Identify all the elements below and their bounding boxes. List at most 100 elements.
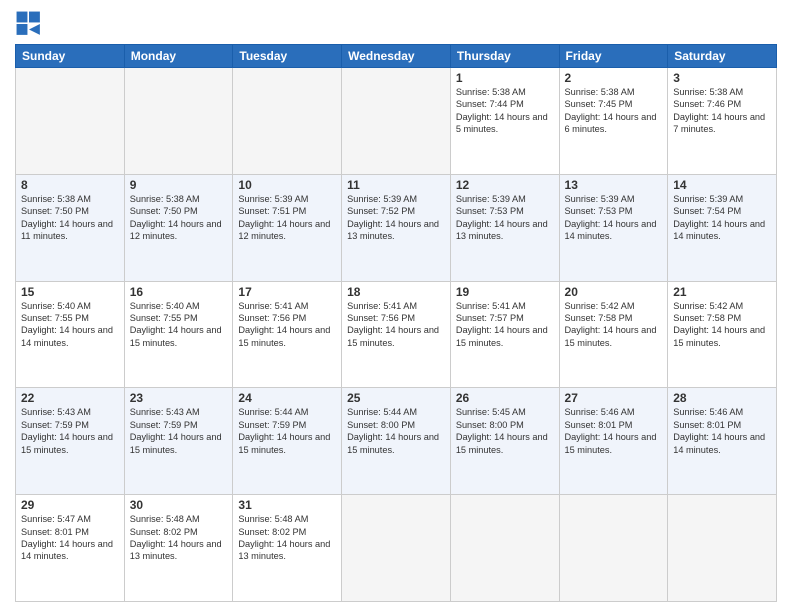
calendar-cell (450, 495, 559, 602)
day-info: Sunrise: 5:38 AMSunset: 7:46 PMDaylight:… (673, 86, 771, 136)
calendar-cell: 27 Sunrise: 5:46 AMSunset: 8:01 PMDaylig… (559, 388, 668, 495)
calendar-cell: 24 Sunrise: 5:44 AMSunset: 7:59 PMDaylig… (233, 388, 342, 495)
calendar-cell: 2 Sunrise: 5:38 AMSunset: 7:45 PMDayligh… (559, 68, 668, 175)
logo-icon (15, 10, 43, 38)
day-number: 18 (347, 285, 445, 299)
header-cell-friday: Friday (559, 45, 668, 68)
day-number: 31 (238, 498, 336, 512)
day-info: Sunrise: 5:48 AMSunset: 8:02 PMDaylight:… (130, 513, 228, 563)
day-number: 16 (130, 285, 228, 299)
calendar-cell (559, 495, 668, 602)
calendar-cell: 11 Sunrise: 5:39 AMSunset: 7:52 PMDaylig… (342, 174, 451, 281)
calendar-cell (233, 68, 342, 175)
calendar-cell: 21 Sunrise: 5:42 AMSunset: 7:58 PMDaylig… (668, 281, 777, 388)
day-info: Sunrise: 5:46 AMSunset: 8:01 PMDaylight:… (673, 406, 771, 456)
calendar-cell: 18 Sunrise: 5:41 AMSunset: 7:56 PMDaylig… (342, 281, 451, 388)
day-info: Sunrise: 5:47 AMSunset: 8:01 PMDaylight:… (21, 513, 119, 563)
calendar-cell: 17 Sunrise: 5:41 AMSunset: 7:56 PMDaylig… (233, 281, 342, 388)
day-number: 22 (21, 391, 119, 405)
calendar-cell (342, 68, 451, 175)
calendar-cell: 12 Sunrise: 5:39 AMSunset: 7:53 PMDaylig… (450, 174, 559, 281)
day-number: 1 (456, 71, 554, 85)
day-number: 9 (130, 178, 228, 192)
calendar-cell (342, 495, 451, 602)
logo (15, 10, 47, 38)
header-cell-wednesday: Wednesday (342, 45, 451, 68)
calendar-cell: 29 Sunrise: 5:47 AMSunset: 8:01 PMDaylig… (16, 495, 125, 602)
day-info: Sunrise: 5:38 AMSunset: 7:45 PMDaylight:… (565, 86, 663, 136)
day-number: 3 (673, 71, 771, 85)
day-info: Sunrise: 5:41 AMSunset: 7:57 PMDaylight:… (456, 300, 554, 350)
week-row-3: 15 Sunrise: 5:40 AMSunset: 7:55 PMDaylig… (16, 281, 777, 388)
calendar-body: 1 Sunrise: 5:38 AMSunset: 7:44 PMDayligh… (16, 68, 777, 602)
day-number: 13 (565, 178, 663, 192)
day-info: Sunrise: 5:40 AMSunset: 7:55 PMDaylight:… (21, 300, 119, 350)
day-info: Sunrise: 5:44 AMSunset: 8:00 PMDaylight:… (347, 406, 445, 456)
header-cell-tuesday: Tuesday (233, 45, 342, 68)
header-cell-monday: Monday (124, 45, 233, 68)
day-info: Sunrise: 5:38 AMSunset: 7:50 PMDaylight:… (130, 193, 228, 243)
day-number: 24 (238, 391, 336, 405)
calendar-header-row: SundayMondayTuesdayWednesdayThursdayFrid… (16, 45, 777, 68)
day-info: Sunrise: 5:41 AMSunset: 7:56 PMDaylight:… (347, 300, 445, 350)
header-cell-thursday: Thursday (450, 45, 559, 68)
calendar-cell: 1 Sunrise: 5:38 AMSunset: 7:44 PMDayligh… (450, 68, 559, 175)
day-number: 19 (456, 285, 554, 299)
day-info: Sunrise: 5:39 AMSunset: 7:52 PMDaylight:… (347, 193, 445, 243)
day-number: 25 (347, 391, 445, 405)
day-info: Sunrise: 5:41 AMSunset: 7:56 PMDaylight:… (238, 300, 336, 350)
calendar-cell: 31 Sunrise: 5:48 AMSunset: 8:02 PMDaylig… (233, 495, 342, 602)
day-info: Sunrise: 5:39 AMSunset: 7:53 PMDaylight:… (456, 193, 554, 243)
day-number: 12 (456, 178, 554, 192)
calendar-cell: 30 Sunrise: 5:48 AMSunset: 8:02 PMDaylig… (124, 495, 233, 602)
calendar-cell: 19 Sunrise: 5:41 AMSunset: 7:57 PMDaylig… (450, 281, 559, 388)
day-number: 21 (673, 285, 771, 299)
day-info: Sunrise: 5:39 AMSunset: 7:54 PMDaylight:… (673, 193, 771, 243)
calendar-cell: 9 Sunrise: 5:38 AMSunset: 7:50 PMDayligh… (124, 174, 233, 281)
day-number: 14 (673, 178, 771, 192)
day-info: Sunrise: 5:46 AMSunset: 8:01 PMDaylight:… (565, 406, 663, 456)
calendar-cell (124, 68, 233, 175)
calendar-cell: 8 Sunrise: 5:38 AMSunset: 7:50 PMDayligh… (16, 174, 125, 281)
day-number: 30 (130, 498, 228, 512)
calendar-cell: 26 Sunrise: 5:45 AMSunset: 8:00 PMDaylig… (450, 388, 559, 495)
calendar-cell: 14 Sunrise: 5:39 AMSunset: 7:54 PMDaylig… (668, 174, 777, 281)
day-info: Sunrise: 5:38 AMSunset: 7:50 PMDaylight:… (21, 193, 119, 243)
day-number: 28 (673, 391, 771, 405)
calendar-cell: 10 Sunrise: 5:39 AMSunset: 7:51 PMDaylig… (233, 174, 342, 281)
day-number: 27 (565, 391, 663, 405)
day-number: 29 (21, 498, 119, 512)
day-info: Sunrise: 5:43 AMSunset: 7:59 PMDaylight:… (21, 406, 119, 456)
calendar-cell: 16 Sunrise: 5:40 AMSunset: 7:55 PMDaylig… (124, 281, 233, 388)
calendar-cell: 23 Sunrise: 5:43 AMSunset: 7:59 PMDaylig… (124, 388, 233, 495)
day-info: Sunrise: 5:44 AMSunset: 7:59 PMDaylight:… (238, 406, 336, 456)
day-info: Sunrise: 5:42 AMSunset: 7:58 PMDaylight:… (673, 300, 771, 350)
day-number: 8 (21, 178, 119, 192)
week-row-5: 29 Sunrise: 5:47 AMSunset: 8:01 PMDaylig… (16, 495, 777, 602)
calendar-cell (16, 68, 125, 175)
day-info: Sunrise: 5:43 AMSunset: 7:59 PMDaylight:… (130, 406, 228, 456)
calendar-cell (668, 495, 777, 602)
day-number: 11 (347, 178, 445, 192)
calendar-page: SundayMondayTuesdayWednesdayThursdayFrid… (0, 0, 792, 612)
header-cell-saturday: Saturday (668, 45, 777, 68)
day-number: 23 (130, 391, 228, 405)
calendar-cell: 3 Sunrise: 5:38 AMSunset: 7:46 PMDayligh… (668, 68, 777, 175)
day-info: Sunrise: 5:40 AMSunset: 7:55 PMDaylight:… (130, 300, 228, 350)
header (15, 10, 777, 38)
calendar-cell: 15 Sunrise: 5:40 AMSunset: 7:55 PMDaylig… (16, 281, 125, 388)
day-info: Sunrise: 5:45 AMSunset: 8:00 PMDaylight:… (456, 406, 554, 456)
day-info: Sunrise: 5:38 AMSunset: 7:44 PMDaylight:… (456, 86, 554, 136)
calendar-cell: 13 Sunrise: 5:39 AMSunset: 7:53 PMDaylig… (559, 174, 668, 281)
header-cell-sunday: Sunday (16, 45, 125, 68)
day-number: 26 (456, 391, 554, 405)
week-row-1: 1 Sunrise: 5:38 AMSunset: 7:44 PMDayligh… (16, 68, 777, 175)
calendar-cell: 22 Sunrise: 5:43 AMSunset: 7:59 PMDaylig… (16, 388, 125, 495)
day-number: 15 (21, 285, 119, 299)
day-info: Sunrise: 5:39 AMSunset: 7:51 PMDaylight:… (238, 193, 336, 243)
calendar-table: SundayMondayTuesdayWednesdayThursdayFrid… (15, 44, 777, 602)
week-row-2: 8 Sunrise: 5:38 AMSunset: 7:50 PMDayligh… (16, 174, 777, 281)
week-row-4: 22 Sunrise: 5:43 AMSunset: 7:59 PMDaylig… (16, 388, 777, 495)
day-info: Sunrise: 5:42 AMSunset: 7:58 PMDaylight:… (565, 300, 663, 350)
calendar-cell: 28 Sunrise: 5:46 AMSunset: 8:01 PMDaylig… (668, 388, 777, 495)
